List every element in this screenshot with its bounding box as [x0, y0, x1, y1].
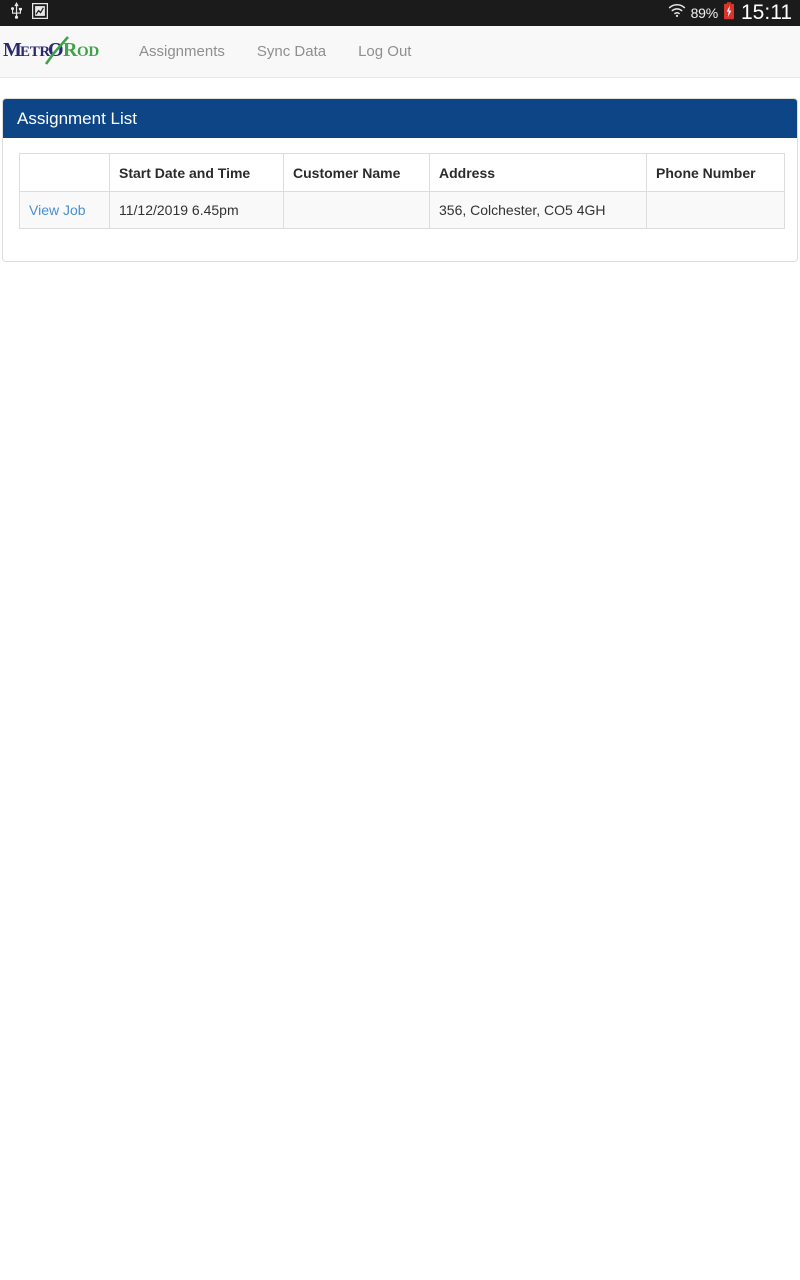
cell-address: 356, Colchester, CO5 4GH — [429, 191, 647, 229]
assignments-table: Start Date and Time Customer Name Addres… — [19, 153, 785, 229]
battery-percentage: 89% — [690, 5, 719, 21]
navbar-links: Assignments Sync Data Log Out — [123, 26, 427, 78]
battery-charging-icon — [723, 1, 735, 25]
android-status-bar: 89% 15:11 — [0, 0, 800, 26]
status-bar-right-indicators: 89% 15:11 — [668, 1, 792, 25]
panel-body: Start Date and Time Customer Name Addres… — [3, 138, 797, 261]
nav-link-sync-data[interactable]: Sync Data — [241, 26, 342, 78]
table-header-row: Start Date and Time Customer Name Addres… — [19, 153, 785, 192]
nav-link-log-out[interactable]: Log Out — [342, 26, 427, 78]
table-header: Start Date and Time Customer Name Addres… — [19, 153, 785, 192]
nav-link-assignments[interactable]: Assignments — [123, 26, 241, 78]
app-navbar: M ETR O R OD Assignments Sync Data Log O… — [0, 26, 800, 78]
svg-text:R: R — [63, 39, 78, 61]
usb-icon — [10, 2, 23, 24]
column-header-start-date-time: Start Date and Time — [109, 153, 284, 192]
panel-title: Assignment List — [3, 99, 797, 138]
status-bar-left-icons — [10, 2, 49, 24]
cell-customer-name — [283, 191, 430, 229]
column-header-address: Address — [429, 153, 647, 192]
status-bar-clock: 15:11 — [741, 1, 792, 24]
column-header-action — [19, 153, 110, 192]
column-header-phone-number: Phone Number — [646, 153, 785, 192]
wifi-icon — [668, 3, 686, 23]
screenshot-icon — [31, 2, 49, 24]
metro-rod-logo[interactable]: M ETR O R OD — [2, 35, 107, 70]
table-body: View Job 11/12/2019 6.45pm 356, Colchest… — [19, 191, 785, 229]
table-row[interactable]: View Job 11/12/2019 6.45pm 356, Colchest… — [19, 191, 785, 229]
assignment-list-panel: Assignment List Start Date and Time Cust… — [2, 98, 798, 262]
svg-text:ETR: ETR — [20, 44, 50, 60]
column-header-customer-name: Customer Name — [283, 153, 430, 192]
svg-text:OD: OD — [77, 44, 99, 60]
cell-action: View Job — [19, 191, 110, 229]
cell-start-date-time: 11/12/2019 6.45pm — [109, 191, 284, 229]
cell-phone-number — [646, 191, 785, 229]
view-job-link[interactable]: View Job — [29, 202, 86, 218]
